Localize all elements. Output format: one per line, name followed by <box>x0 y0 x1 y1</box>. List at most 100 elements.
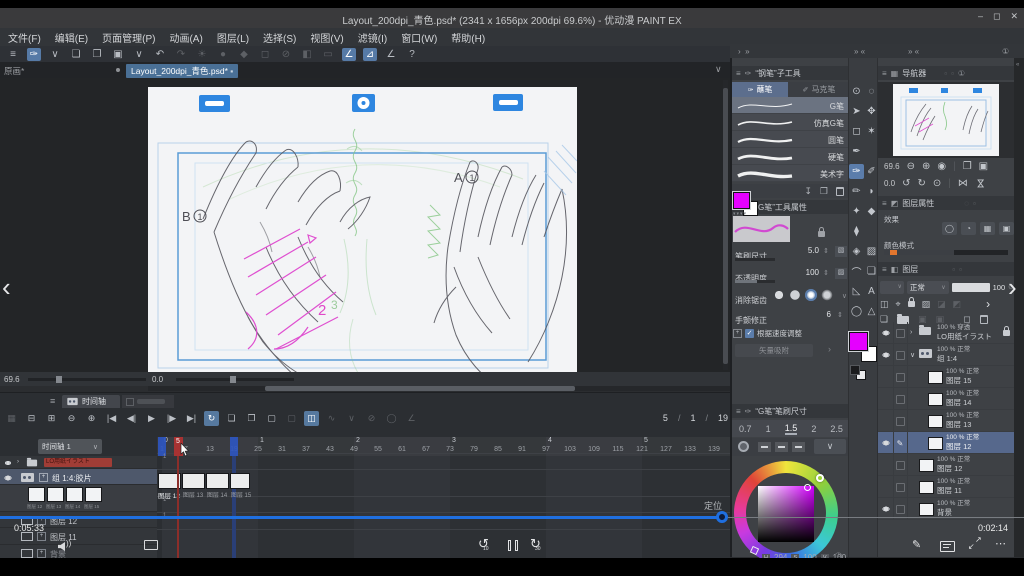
check-cell[interactable] <box>893 454 908 476</box>
tool-frame-border-icon[interactable]: ❏ <box>864 264 879 279</box>
item-bank-icon[interactable]: ▫ <box>951 69 954 78</box>
tool-correct-line-icon[interactable]: △ <box>864 304 879 319</box>
border-effect-icon[interactable]: ◯ <box>942 222 957 235</box>
timeline-menu-icon[interactable]: ≡ <box>50 396 55 406</box>
close-icon[interactable]: ✕ <box>1010 11 1018 22</box>
dim-icon-2[interactable]: ▫ <box>973 199 976 208</box>
menu-item-2[interactable]: 页面管理(P) <box>102 30 155 45</box>
new-canvas-icon[interactable]: ❏ <box>69 48 83 61</box>
navigator-header[interactable]: ≡▦导航器 ▫ ▫ ① <box>878 66 1014 80</box>
player-prev-arrow-icon[interactable]: ‹ <box>2 272 11 303</box>
stepper-icon[interactable]: ⇕ <box>823 269 829 277</box>
snap-ruler-icon[interactable]: ∠ <box>342 48 356 61</box>
track-anim-row[interactable]: +组 1:4:胶片 <box>0 469 157 485</box>
tl-new-anim-folder-icon[interactable]: ❏ <box>224 411 239 426</box>
fit-screen-icon[interactable]: ❐ <box>963 161 972 172</box>
preview-lock-icon[interactable] <box>818 231 825 237</box>
collapse-right-icon[interactable]: « <box>1016 62 1019 68</box>
brush-size-value[interactable]: 5.0 <box>808 246 819 255</box>
eye-cell[interactable] <box>878 388 894 410</box>
save-dropdown-icon[interactable]: ∨ <box>132 48 146 61</box>
tab-dip-pen[interactable]: ✑蘸笔 <box>732 82 788 97</box>
layer-row[interactable]: 100 % 正常图层 12 <box>878 454 1014 476</box>
layers-panel-header[interactable]: ≡◧图层 ▫ ▫ <box>878 262 1014 276</box>
antialias-strong-icon[interactable] <box>821 289 833 301</box>
stabilize-value[interactable]: 6 <box>827 310 831 319</box>
lock-alpha-icon[interactable]: ▨ <box>922 299 931 310</box>
brush-item[interactable]: 硬笔 <box>732 148 850 165</box>
checkbox-checked-icon[interactable]: ✓ <box>745 329 754 338</box>
tool-balloon-icon[interactable]: ◯ <box>849 304 864 319</box>
expand-arrow-icon[interactable]: › <box>910 329 912 336</box>
cel-thumbnail[interactable] <box>28 487 45 502</box>
dim-tab-icon-2[interactable]: ▫ <box>959 265 962 274</box>
expand-plus-icon[interactable]: + <box>37 549 46 558</box>
eye-cell[interactable] <box>878 476 894 498</box>
tab-marker[interactable]: ✐马克笔 <box>788 82 850 97</box>
check-cell[interactable]: ✎ <box>893 432 908 454</box>
mask-enable-icon[interactable]: ◪ <box>937 299 946 310</box>
lock-icon[interactable] <box>908 301 915 307</box>
menu-item-1[interactable]: 编辑(E) <box>55 30 88 45</box>
tool-eyedropper-icon[interactable]: ✒ <box>849 144 864 159</box>
tab-active-document[interactable]: Layout_200dpi_青色.psd* ▪ <box>126 64 238 78</box>
clip-below-icon[interactable]: ◫ <box>880 299 889 310</box>
rewind-10-button[interactable]: ↺ 10 <box>478 538 496 554</box>
dim-tab-icon[interactable]: ▫ <box>952 265 955 274</box>
vector-snap-button[interactable]: 矢量吸附 <box>735 344 813 357</box>
brush-size-slider[interactable] <box>735 258 775 261</box>
tool-gradient-icon[interactable]: ▨ <box>864 244 879 259</box>
brush-item[interactable]: 仿真G笔 <box>732 114 850 131</box>
chevron-down-icon[interactable]: ∨ <box>814 439 846 454</box>
menu-item-8[interactable]: 窗口(W) <box>401 30 437 45</box>
chevron-right-icon[interactable]: › <box>828 344 831 354</box>
main-color-swatch[interactable] <box>733 192 750 209</box>
frame-icon[interactable]: ◻ <box>258 48 272 61</box>
trash-icon[interactable] <box>836 187 844 196</box>
snap-grid-icon[interactable]: ∠ <box>384 48 398 61</box>
layer-row[interactable]: ✎100 % 正常图层 12 <box>878 432 1014 454</box>
player-progress-remaining[interactable] <box>728 517 1024 518</box>
zoom-slider[interactable] <box>28 378 146 381</box>
brush-item[interactable]: 美术字 <box>732 165 850 182</box>
size-dot-icon[interactable] <box>738 441 749 452</box>
timeline-cel[interactable] <box>182 473 205 489</box>
pen-tool-icon[interactable]: ✑ <box>27 48 41 61</box>
brush-item[interactable]: G笔 <box>732 97 850 114</box>
preset-icon[interactable] <box>758 442 771 452</box>
undo-icon[interactable]: ↶ <box>153 48 167 61</box>
rotate-cw-icon[interactable]: ↻ <box>918 178 926 189</box>
tl-cel-settings-2-icon[interactable]: ▢ <box>284 411 299 426</box>
brightness-icon[interactable]: ☀ <box>195 48 209 61</box>
cel-thumbnail[interactable] <box>66 487 83 502</box>
antialias-none-icon[interactable] <box>773 289 785 301</box>
size-dynamics-icon[interactable]: ▧ <box>835 246 847 257</box>
tool-zoom-icon[interactable]: ⊙ <box>849 84 864 99</box>
tl-zoom-in-icon[interactable]: ⊕ <box>84 411 99 426</box>
chevron-down-icon[interactable]: ∨ <box>842 292 847 300</box>
tl-dropdown-icon[interactable]: ∨ <box>344 411 359 426</box>
check-cell[interactable] <box>893 366 908 388</box>
stepper-icon[interactable]: ⇕ <box>837 311 843 319</box>
tool-main-color-swatch[interactable] <box>849 332 868 351</box>
open-file-icon[interactable]: ❐ <box>90 48 104 61</box>
forward-30-button[interactable]: ↻ 30 <box>530 538 548 554</box>
wheel-mode-handle-icon[interactable] <box>750 546 759 555</box>
menu-item-9[interactable]: 帮助(H) <box>451 30 485 45</box>
antialias-medium-icon[interactable] <box>805 289 817 301</box>
tl-play-icon[interactable]: ▶ <box>144 411 159 426</box>
layer-row[interactable]: 100 % 正常图层 14 <box>878 388 1014 410</box>
tl-cel-settings-icon[interactable]: ▢ <box>264 411 279 426</box>
duplicate-icon[interactable]: ❐ <box>820 186 828 197</box>
invert-select-icon[interactable]: ◧ <box>300 48 314 61</box>
expand-arrow-icon[interactable]: ∨ <box>910 351 915 359</box>
import-icon[interactable]: ↧ <box>804 186 812 197</box>
tool-blend-icon[interactable]: ⧫ <box>849 224 864 239</box>
eye-icon[interactable] <box>4 459 13 468</box>
check-cell[interactable] <box>893 388 908 410</box>
tool-eraser-icon[interactable]: ◆ <box>864 204 879 219</box>
tl-fit-header-icon[interactable]: ⊟ <box>24 411 39 426</box>
tl-add-header-icon[interactable]: ⊞ <box>44 411 59 426</box>
tool-move-icon[interactable]: ✥ <box>864 104 879 119</box>
flip-v-icon[interactable]: ⋈ <box>974 178 985 188</box>
